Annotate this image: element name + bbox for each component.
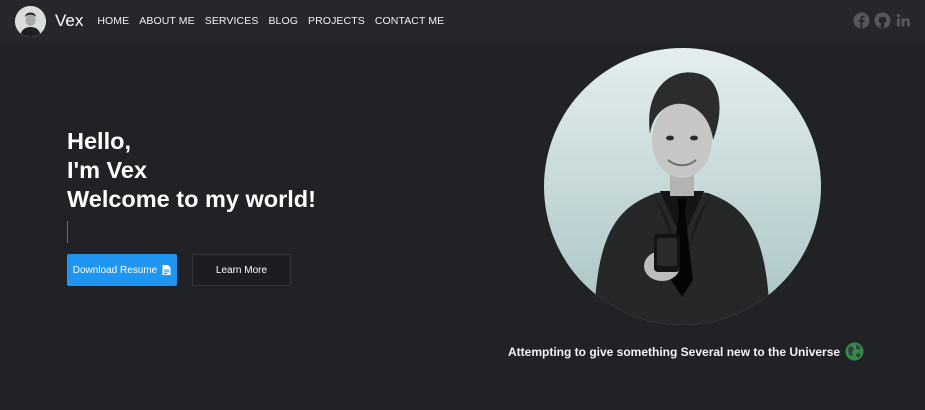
nav-menu: HOME ABOUT ME SERVICES BLOG PROJECTS CON… xyxy=(97,15,454,27)
nav-item-blog[interactable]: BLOG xyxy=(268,15,298,27)
tagline: Attempting to give something Several new… xyxy=(508,342,864,361)
learn-more-label: Learn More xyxy=(215,264,268,276)
globe-icon xyxy=(845,342,864,361)
social-links xyxy=(849,12,912,29)
tagline-text: Attempting to give something Several new… xyxy=(508,344,841,359)
linkedin-icon[interactable] xyxy=(895,12,912,29)
avatar xyxy=(15,5,46,37)
github-icon[interactable] xyxy=(874,12,891,29)
brand-name: Vex xyxy=(55,11,84,30)
hero-welcome: Welcome to my world! xyxy=(67,186,316,212)
nav-item-about-me[interactable]: ABOUT ME xyxy=(139,15,194,27)
file-icon xyxy=(162,265,171,275)
profile-portrait xyxy=(544,48,821,325)
nav-item-contact-me[interactable]: CONTACT ME xyxy=(375,15,444,27)
hero-greeting: Hello, xyxy=(67,128,131,154)
hero-heading: Hello, I'm Vex Welcome to my world! xyxy=(67,127,316,214)
nav-item-projects[interactable]: PROJECTS xyxy=(308,15,365,27)
nav-item-services[interactable]: SERVICES xyxy=(205,15,259,27)
download-resume-button[interactable]: Download Resume xyxy=(67,254,177,286)
brand[interactable]: Vex xyxy=(15,5,84,37)
download-resume-label: Download Resume xyxy=(72,264,158,276)
typing-cursor xyxy=(67,221,68,243)
hero-name: I'm Vex xyxy=(67,157,148,183)
navbar: Vex HOME ABOUT ME SERVICES BLOG PROJECTS… xyxy=(0,0,925,42)
facebook-icon[interactable] xyxy=(853,12,870,29)
nav-item-home[interactable]: HOME xyxy=(97,15,129,27)
learn-more-button[interactable]: Learn More xyxy=(192,254,291,286)
